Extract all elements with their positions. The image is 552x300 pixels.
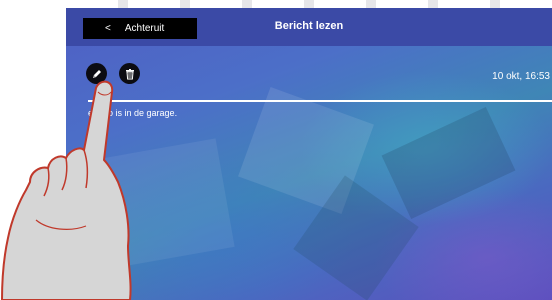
pointing-hand-illustration bbox=[1, 80, 132, 300]
background-shape bbox=[381, 106, 516, 220]
message-timestamp: 10 okt, 16:53 bbox=[492, 71, 550, 82]
top-bezel-strip bbox=[66, 0, 552, 8]
page-title: Bericht lezen bbox=[274, 20, 344, 32]
divider bbox=[88, 100, 552, 102]
header-bar: < Achteruit Bericht lezen bbox=[66, 8, 552, 46]
